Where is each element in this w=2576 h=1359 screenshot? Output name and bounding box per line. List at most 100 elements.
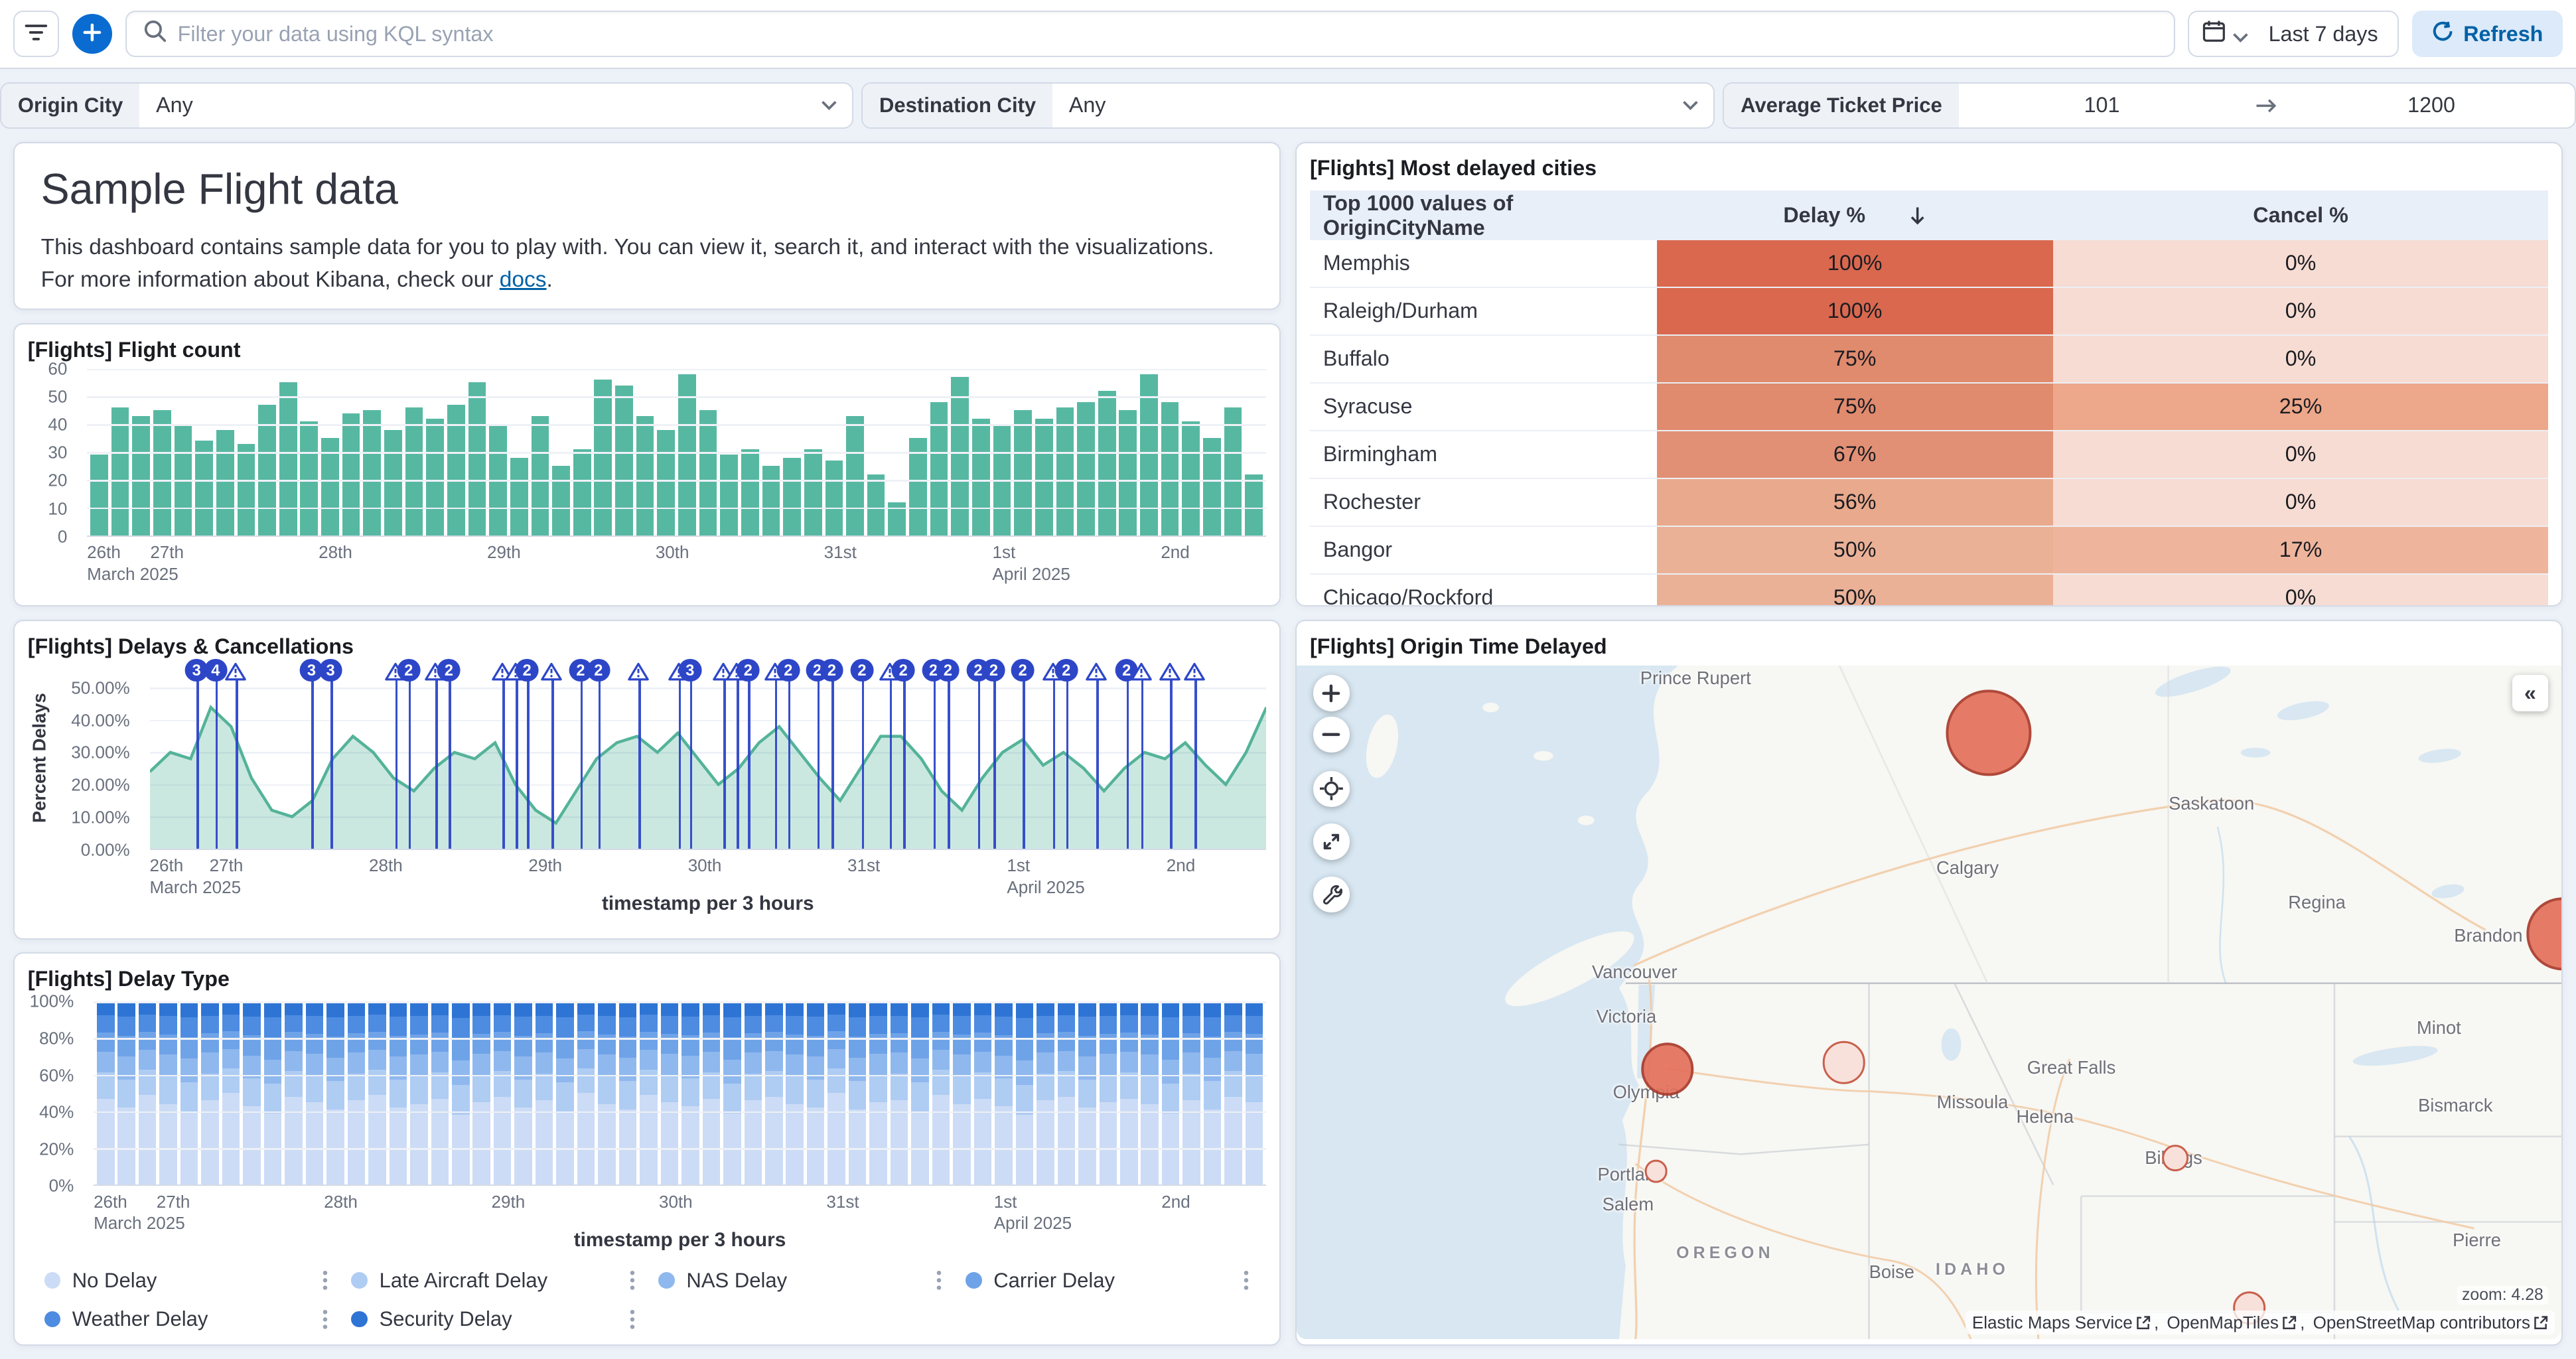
delay-type-bar[interactable] bbox=[201, 1001, 219, 1184]
flight-count-bar[interactable] bbox=[363, 410, 381, 535]
delay-type-bar[interactable] bbox=[1016, 1001, 1034, 1184]
annotation-badge[interactable]: 2 bbox=[587, 659, 610, 682]
flight-count-bar[interactable] bbox=[300, 421, 318, 536]
flight-count-bar[interactable] bbox=[762, 466, 780, 536]
legend-item-nas-delay[interactable]: NAS Delay bbox=[658, 1269, 942, 1293]
column-header-delay[interactable]: Delay % bbox=[1657, 190, 2053, 240]
legend-item-weather-delay[interactable]: Weather Delay bbox=[44, 1307, 328, 1331]
delay-percent-cell[interactable]: 75% bbox=[1657, 384, 2053, 430]
flight-count-bar[interactable] bbox=[699, 410, 717, 535]
flight-count-bar[interactable] bbox=[238, 444, 255, 536]
delay-type-bar[interactable] bbox=[640, 1001, 658, 1184]
flight-count-bar[interactable] bbox=[1119, 410, 1137, 535]
flight-count-bar[interactable] bbox=[678, 374, 696, 536]
calendar-dropdown-button[interactable] bbox=[2189, 12, 2261, 56]
flight-count-bar[interactable] bbox=[1035, 419, 1053, 536]
delay-type-bar[interactable] bbox=[953, 1001, 971, 1184]
flight-count-bar[interactable] bbox=[552, 466, 570, 536]
flight-count-bar[interactable] bbox=[783, 458, 801, 536]
delay-type-bar[interactable] bbox=[1120, 1001, 1138, 1184]
flight-count-bar[interactable] bbox=[573, 449, 591, 536]
cancel-percent-cell[interactable]: 25% bbox=[2053, 384, 2549, 430]
flight-count-bar[interactable] bbox=[615, 386, 633, 536]
flight-count-bar[interactable] bbox=[846, 416, 864, 536]
annotation-warning-icon[interactable] bbox=[1159, 659, 1181, 689]
flight-count-bar[interactable] bbox=[405, 407, 423, 536]
sort-desc-icon[interactable] bbox=[1908, 206, 1926, 226]
annotation-badge[interactable]: 2 bbox=[851, 659, 874, 682]
delay-type-bar[interactable] bbox=[869, 1001, 887, 1184]
delay-type-bar[interactable] bbox=[1058, 1001, 1076, 1184]
map-origin-bubble[interactable] bbox=[1822, 1041, 1865, 1084]
delay-type-bar[interactable] bbox=[159, 1001, 177, 1184]
flight-count-bar[interactable] bbox=[426, 419, 444, 536]
flight-count-bar[interactable] bbox=[216, 430, 234, 536]
price-max-field[interactable]: 1200 bbox=[2288, 93, 2575, 117]
docs-link[interactable]: docs bbox=[500, 267, 547, 292]
delay-percent-cell[interactable]: 50% bbox=[1657, 527, 2053, 573]
annotation-badge[interactable]: 2 bbox=[776, 659, 800, 682]
city-cell[interactable]: Memphis bbox=[1310, 240, 1657, 287]
delay-type-bar[interactable] bbox=[556, 1001, 574, 1184]
delays-plot[interactable]: 34332222232222222222222 bbox=[150, 666, 1266, 850]
legend-options-icon[interactable] bbox=[629, 1308, 636, 1331]
panel-title[interactable]: [Flights] Most delayed cities bbox=[1310, 156, 2548, 180]
flight-count-bar[interactable] bbox=[90, 455, 108, 535]
annotation-badge[interactable]: 2 bbox=[397, 659, 420, 682]
annotation-badge[interactable]: 3 bbox=[678, 659, 701, 682]
map-origin-bubble[interactable] bbox=[1946, 690, 2032, 776]
delay-type-bar[interactable] bbox=[472, 1001, 490, 1184]
annotation-warning-icon[interactable] bbox=[628, 659, 649, 689]
delay-type-bar[interactable] bbox=[431, 1001, 449, 1184]
flight-count-bar[interactable] bbox=[342, 413, 360, 536]
cancel-percent-cell[interactable]: 0% bbox=[2053, 288, 2549, 334]
flight-count-bar[interactable] bbox=[279, 382, 297, 535]
column-header-cancel[interactable]: Cancel % bbox=[2053, 190, 2549, 240]
delay-type-bar[interactable] bbox=[452, 1001, 470, 1184]
flight-count-bar[interactable] bbox=[657, 430, 675, 536]
delay-type-bar[interactable] bbox=[598, 1001, 616, 1184]
delay-type-bar[interactable] bbox=[1182, 1001, 1200, 1184]
flight-count-bar[interactable] bbox=[1224, 407, 1242, 536]
origin-city-value[interactable]: Any bbox=[139, 84, 806, 127]
panel-title[interactable]: [Flights] Delays & Cancellations bbox=[28, 634, 1266, 659]
delay-type-bar[interactable] bbox=[410, 1001, 428, 1184]
delay-type-bar[interactable] bbox=[180, 1001, 198, 1184]
flight-count-bar[interactable] bbox=[111, 407, 129, 536]
annotation-badge[interactable]: 2 bbox=[936, 659, 960, 682]
flight-count-bar[interactable] bbox=[532, 416, 549, 536]
flight-count-bar[interactable] bbox=[1140, 374, 1158, 536]
legend-item-late-aircraft-delay[interactable]: Late Aircraft Delay bbox=[351, 1269, 635, 1293]
flight-count-bar[interactable] bbox=[1182, 421, 1200, 536]
cancel-percent-cell[interactable]: 0% bbox=[2053, 240, 2549, 287]
flight-count-bar[interactable] bbox=[741, 449, 759, 536]
flight-count-bar[interactable] bbox=[153, 410, 171, 535]
delay-type-bar[interactable] bbox=[681, 1001, 699, 1184]
legend-options-icon[interactable] bbox=[936, 1269, 942, 1292]
annotation-badge[interactable]: 2 bbox=[437, 659, 461, 682]
delay-type-bar[interactable] bbox=[1162, 1001, 1180, 1184]
flight-count-bar[interactable] bbox=[1161, 402, 1179, 536]
annotation-badge[interactable]: 2 bbox=[820, 659, 843, 682]
delay-type-bar[interactable] bbox=[243, 1001, 261, 1184]
expand-map-button[interactable] bbox=[1313, 823, 1350, 860]
flight-count-bar[interactable] bbox=[510, 458, 528, 536]
legend-options-icon[interactable] bbox=[629, 1269, 636, 1292]
flight-count-bar[interactable] bbox=[867, 474, 885, 536]
annotation-badge[interactable]: 2 bbox=[982, 659, 1005, 682]
annotation-badge[interactable]: 2 bbox=[737, 659, 760, 682]
delay-type-bar[interactable] bbox=[661, 1001, 679, 1184]
fit-to-data-button[interactable] bbox=[1313, 771, 1350, 808]
delay-type-bar[interactable] bbox=[390, 1001, 407, 1184]
map-origin-bubble[interactable] bbox=[2162, 1145, 2188, 1171]
delay-type-bar[interactable] bbox=[1204, 1001, 1222, 1184]
city-cell[interactable]: Rochester bbox=[1310, 479, 1657, 526]
delay-type-bar[interactable] bbox=[891, 1001, 908, 1184]
add-control-button[interactable] bbox=[72, 14, 112, 54]
flight-count-bar[interactable] bbox=[1098, 391, 1116, 536]
delay-type-plot[interactable] bbox=[94, 1001, 1266, 1186]
delay-type-bar[interactable] bbox=[619, 1001, 637, 1184]
refresh-button[interactable]: Refresh bbox=[2412, 11, 2563, 57]
flight-count-bar[interactable] bbox=[1056, 407, 1074, 536]
delay-type-bar[interactable] bbox=[765, 1001, 783, 1184]
